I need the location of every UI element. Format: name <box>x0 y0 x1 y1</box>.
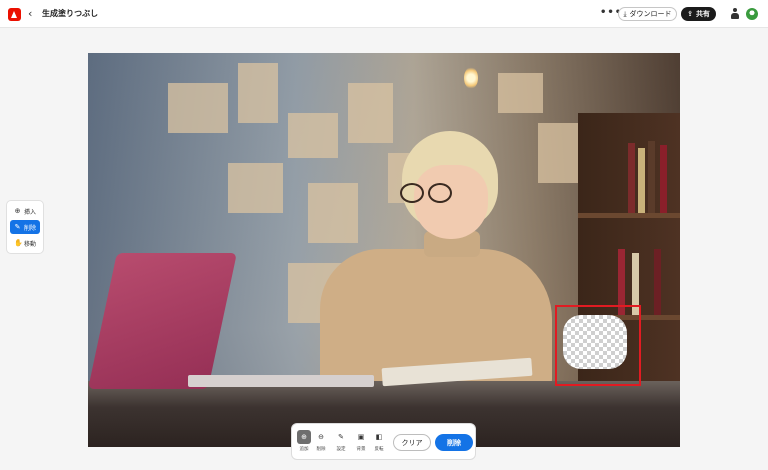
tool-move-label: 移動 <box>24 240 37 248</box>
adobe-logo-icon[interactable] <box>8 8 21 21</box>
photo-book <box>628 143 635 213</box>
settings-tool-label: 設定 <box>336 447 346 452</box>
user-icon[interactable] <box>730 8 740 20</box>
back-chevron-icon[interactable]: ‹ <box>28 8 32 20</box>
photo-paper-patch <box>308 183 358 243</box>
erase-selection-box[interactable] <box>555 305 641 386</box>
tool-remove[interactable]: ✎ 削除 <box>10 220 40 234</box>
tool-insert-label: 挿入 <box>24 208 37 216</box>
download-label: ダウンロード <box>629 10 672 18</box>
photo-paper-patch <box>228 163 283 213</box>
photo-book <box>654 249 661 315</box>
photo-laptop-base <box>188 375 374 387</box>
photo-paper-patch <box>498 73 543 113</box>
app-header: ‹ 生成塗りつぶし ••• ⤓ ダウンロード ⇪ 共有 <box>0 0 768 28</box>
photo-book <box>648 141 655 213</box>
share-icon: ⇪ <box>687 10 693 18</box>
tool-remove-label: 削除 <box>24 224 37 232</box>
clear-button[interactable]: クリア <box>393 434 431 451</box>
avatar[interactable] <box>746 8 758 20</box>
image-canvas[interactable] <box>88 53 680 447</box>
background-icon: ▣ <box>357 433 365 441</box>
photo-book <box>638 148 645 213</box>
invert-icon: ◧ <box>375 433 383 441</box>
tool-insert[interactable]: ⊕ 挿入 <box>10 204 40 218</box>
document-title: 生成塗りつぶし <box>42 9 99 18</box>
photo-person-glasses <box>398 183 468 205</box>
brush-settings-icon: ✎ <box>338 433 344 441</box>
bottom-toolbar: ⊕ 追加 ⊖ 削除 ✎ 設定 ▣ 背景 ◧ 反転 クリア 削除 <box>291 423 476 460</box>
remove-brush-icon: ✎ <box>14 223 21 231</box>
share-button[interactable]: ⇪ 共有 <box>681 7 716 21</box>
insert-icon: ⊕ <box>14 207 21 215</box>
invert-tool-label: 反転 <box>374 447 384 452</box>
download-icon: ⤓ <box>623 10 627 18</box>
photo-book <box>660 145 667 213</box>
share-label: 共有 <box>695 10 710 18</box>
photo-paper-patch <box>238 63 278 123</box>
transparent-area <box>563 315 627 369</box>
photo-paper-patch <box>348 83 393 143</box>
invert-tool-button[interactable]: ◧ 反転 <box>371 430 387 454</box>
background-tool-label: 背景 <box>356 447 366 452</box>
subtract-tool-button[interactable]: ⊖ 削除 <box>313 430 329 454</box>
add-brush-icon: ⊕ <box>297 430 311 444</box>
background-tool-button[interactable]: ▣ 背景 <box>353 430 369 454</box>
hand-icon: ✋ <box>14 239 23 247</box>
add-tool-button[interactable]: ⊕ 追加 <box>296 430 312 454</box>
tool-panel: ⊕ 挿入 ✎ 削除 ✋ 移動 <box>6 200 44 254</box>
download-button[interactable]: ⤓ ダウンロード <box>618 7 677 21</box>
erase-button[interactable]: 削除 <box>435 434 473 451</box>
settings-tool-button[interactable]: ✎ 設定 <box>333 430 349 454</box>
photo-paper-patch <box>288 113 338 158</box>
tool-move[interactable]: ✋ 移動 <box>10 236 40 250</box>
subtract-brush-icon: ⊖ <box>318 433 324 441</box>
subtract-tool-label: 削除 <box>316 447 326 452</box>
add-tool-label: 追加 <box>299 447 309 452</box>
photo-paper-patch <box>538 123 578 183</box>
photo-lamp <box>464 67 478 89</box>
photo-shelf-plank <box>578 213 680 218</box>
photo-paper-patch <box>168 83 228 133</box>
